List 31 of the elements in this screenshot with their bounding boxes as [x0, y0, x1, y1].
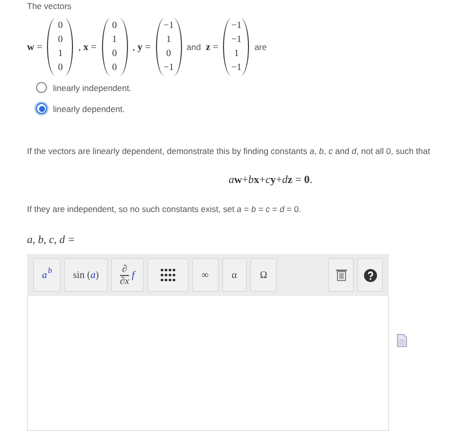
- math-label: w =: [27, 42, 42, 52]
- option-label: linearly dependent.: [53, 104, 125, 114]
- column-vector: −1 −1 1 −1: [223, 18, 250, 76]
- column-vector: 0 0 1 0: [47, 18, 74, 76]
- trash-button[interactable]: [328, 258, 354, 292]
- math-label: z =: [206, 42, 218, 52]
- matrix-button[interactable]: [146, 258, 189, 292]
- column-vector: −1 1 0 −1: [156, 18, 182, 76]
- note-text: If they are independent, so no such constants exist, set a = b = c = d = 0.: [27, 204, 302, 214]
- option-label: linearly independent.: [53, 82, 132, 92]
- radio-button[interactable]: [36, 82, 47, 93]
- help-icon: [364, 268, 376, 282]
- intro-text: The vectors: [27, 1, 72, 11]
- radio-button[interactable]: [36, 103, 47, 114]
- math-label: , y =: [132, 42, 151, 52]
- math-input-field[interactable]: [27, 296, 389, 431]
- dot-grid-icon: [160, 268, 176, 282]
- column-vector: 0 1 0 0: [102, 18, 128, 76]
- symbol-button[interactable]: ∞: [192, 258, 219, 292]
- answer-label: a, b, c, d =: [27, 234, 76, 246]
- trash-icon: [336, 269, 346, 281]
- instruction-text: If the vectors are linearly dependent, demonstrate this by finding constants a, b, c and d, not all 0, such that: [27, 146, 432, 156]
- symbol-button[interactable]: Ω: [250, 258, 278, 292]
- sine-button[interactable]: sin (a): [64, 258, 108, 292]
- help-button[interactable]: [357, 258, 383, 292]
- statement-text: are: [254, 42, 267, 52]
- symbol-button[interactable]: α: [222, 258, 247, 292]
- equation: aw+bx+cy+dz = 0.: [228, 174, 312, 186]
- document-icon: [397, 334, 407, 347]
- statement-text: and: [186, 42, 201, 52]
- math-label: , x =: [78, 42, 97, 52]
